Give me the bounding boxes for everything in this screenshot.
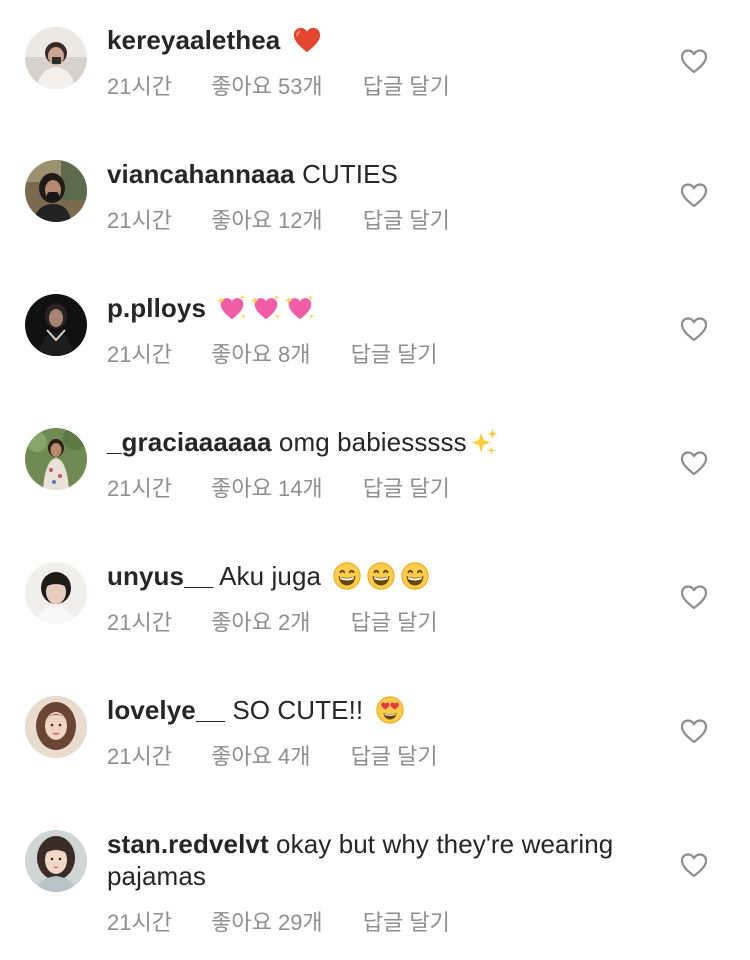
- sparkling-heart-emoji: [251, 293, 281, 323]
- comment-meta: 21시간 좋아요 2개 답글 달기: [107, 609, 438, 637]
- comment-username[interactable]: unyus__: [107, 561, 213, 591]
- comment-username[interactable]: p.plloys: [107, 293, 206, 323]
- comment-time: 21시간: [107, 74, 172, 99]
- reply-button[interactable]: 답글 달기: [363, 475, 450, 503]
- comment-likes[interactable]: 좋아요 2개: [211, 609, 310, 637]
- comment-time: 21시간: [107, 476, 172, 501]
- comment-likes[interactable]: 좋아요 53개: [211, 73, 323, 101]
- like-heart-icon[interactable]: [680, 48, 708, 74]
- comment-likes[interactable]: 좋아요 14개: [211, 475, 323, 503]
- avatar[interactable]: [25, 160, 87, 222]
- comment-body: omg babiesssss: [278, 427, 467, 457]
- comment-text: lovelye__ SO CUTE!!: [107, 694, 627, 726]
- comment-time: 21시간: [107, 342, 172, 367]
- comment-likes[interactable]: 좋아요 29개: [211, 909, 323, 937]
- sparkles-emoji: [469, 427, 499, 457]
- comment-username[interactable]: viancahannaaa: [107, 159, 295, 189]
- like-heart-icon[interactable]: [680, 316, 708, 342]
- comment-time: 21시간: [107, 208, 172, 233]
- reply-button[interactable]: 답글 달기: [363, 909, 450, 937]
- comment-meta: 21시간 좋아요 4개 답글 달기: [107, 743, 438, 771]
- heart-eyes-face-emoji: [375, 695, 405, 725]
- reply-button[interactable]: 답글 달기: [363, 207, 450, 235]
- like-heart-icon[interactable]: [680, 852, 708, 878]
- comment-likes[interactable]: 좋아요 12개: [211, 207, 323, 235]
- reply-button[interactable]: 답글 달기: [351, 341, 438, 369]
- avatar[interactable]: [25, 294, 87, 356]
- avatar[interactable]: [25, 696, 87, 758]
- reply-button[interactable]: 답글 달기: [351, 743, 438, 771]
- comment-text: _graciaaaaaa omg babiesssss: [107, 426, 627, 458]
- comment-body: SO CUTE!!: [232, 695, 364, 725]
- avatar[interactable]: [25, 830, 87, 892]
- reply-button[interactable]: 답글 달기: [351, 609, 438, 637]
- comment-time: 21시간: [107, 610, 172, 635]
- like-heart-icon[interactable]: [680, 182, 708, 208]
- sparkling-heart-emoji: [285, 293, 315, 323]
- comment-time: 21시간: [107, 744, 172, 769]
- comment-meta: 21시간 좋아요 14개 답글 달기: [107, 475, 450, 503]
- like-heart-icon[interactable]: [680, 450, 708, 476]
- grinning-face-emoji: [332, 561, 362, 591]
- red-heart-emoji: [292, 25, 322, 55]
- comment-text: unyus__ Aku juga: [107, 560, 627, 592]
- comment-username[interactable]: lovelye__: [107, 695, 225, 725]
- comment-body: CUTIES: [302, 159, 399, 189]
- comment-text: stan.redvelvt okay but why they're weari…: [107, 828, 627, 892]
- reply-button[interactable]: 답글 달기: [363, 73, 450, 101]
- avatar[interactable]: [25, 428, 87, 490]
- grinning-face-emoji: [366, 561, 396, 591]
- comment-meta: 21시간 좋아요 29개 답글 달기: [107, 909, 450, 937]
- comment-likes[interactable]: 좋아요 4개: [211, 743, 310, 771]
- comment-meta: 21시간 좋아요 12개 답글 달기: [107, 207, 450, 235]
- comment-text: p.plloys: [107, 292, 627, 324]
- comment-username[interactable]: kereyaalethea: [107, 25, 280, 55]
- comment-username[interactable]: stan.redvelvt: [107, 829, 269, 859]
- comment-text: viancahannaaa CUTIES: [107, 158, 627, 190]
- comment-username[interactable]: _graciaaaaaa: [107, 427, 272, 457]
- comment-meta: 21시간 좋아요 8개 답글 달기: [107, 341, 438, 369]
- grinning-face-emoji: [400, 561, 430, 591]
- like-heart-icon[interactable]: [680, 584, 708, 610]
- avatar[interactable]: [25, 562, 87, 624]
- comment-likes[interactable]: 좋아요 8개: [211, 341, 310, 369]
- comment-meta: 21시간 좋아요 53개 답글 달기: [107, 73, 450, 101]
- like-heart-icon[interactable]: [680, 718, 708, 744]
- comment-body: Aku juga: [219, 561, 322, 591]
- avatar[interactable]: [25, 27, 87, 89]
- sparkling-heart-emoji: [217, 293, 247, 323]
- comment-time: 21시간: [107, 910, 172, 935]
- comment-text: kereyaalethea: [107, 24, 627, 56]
